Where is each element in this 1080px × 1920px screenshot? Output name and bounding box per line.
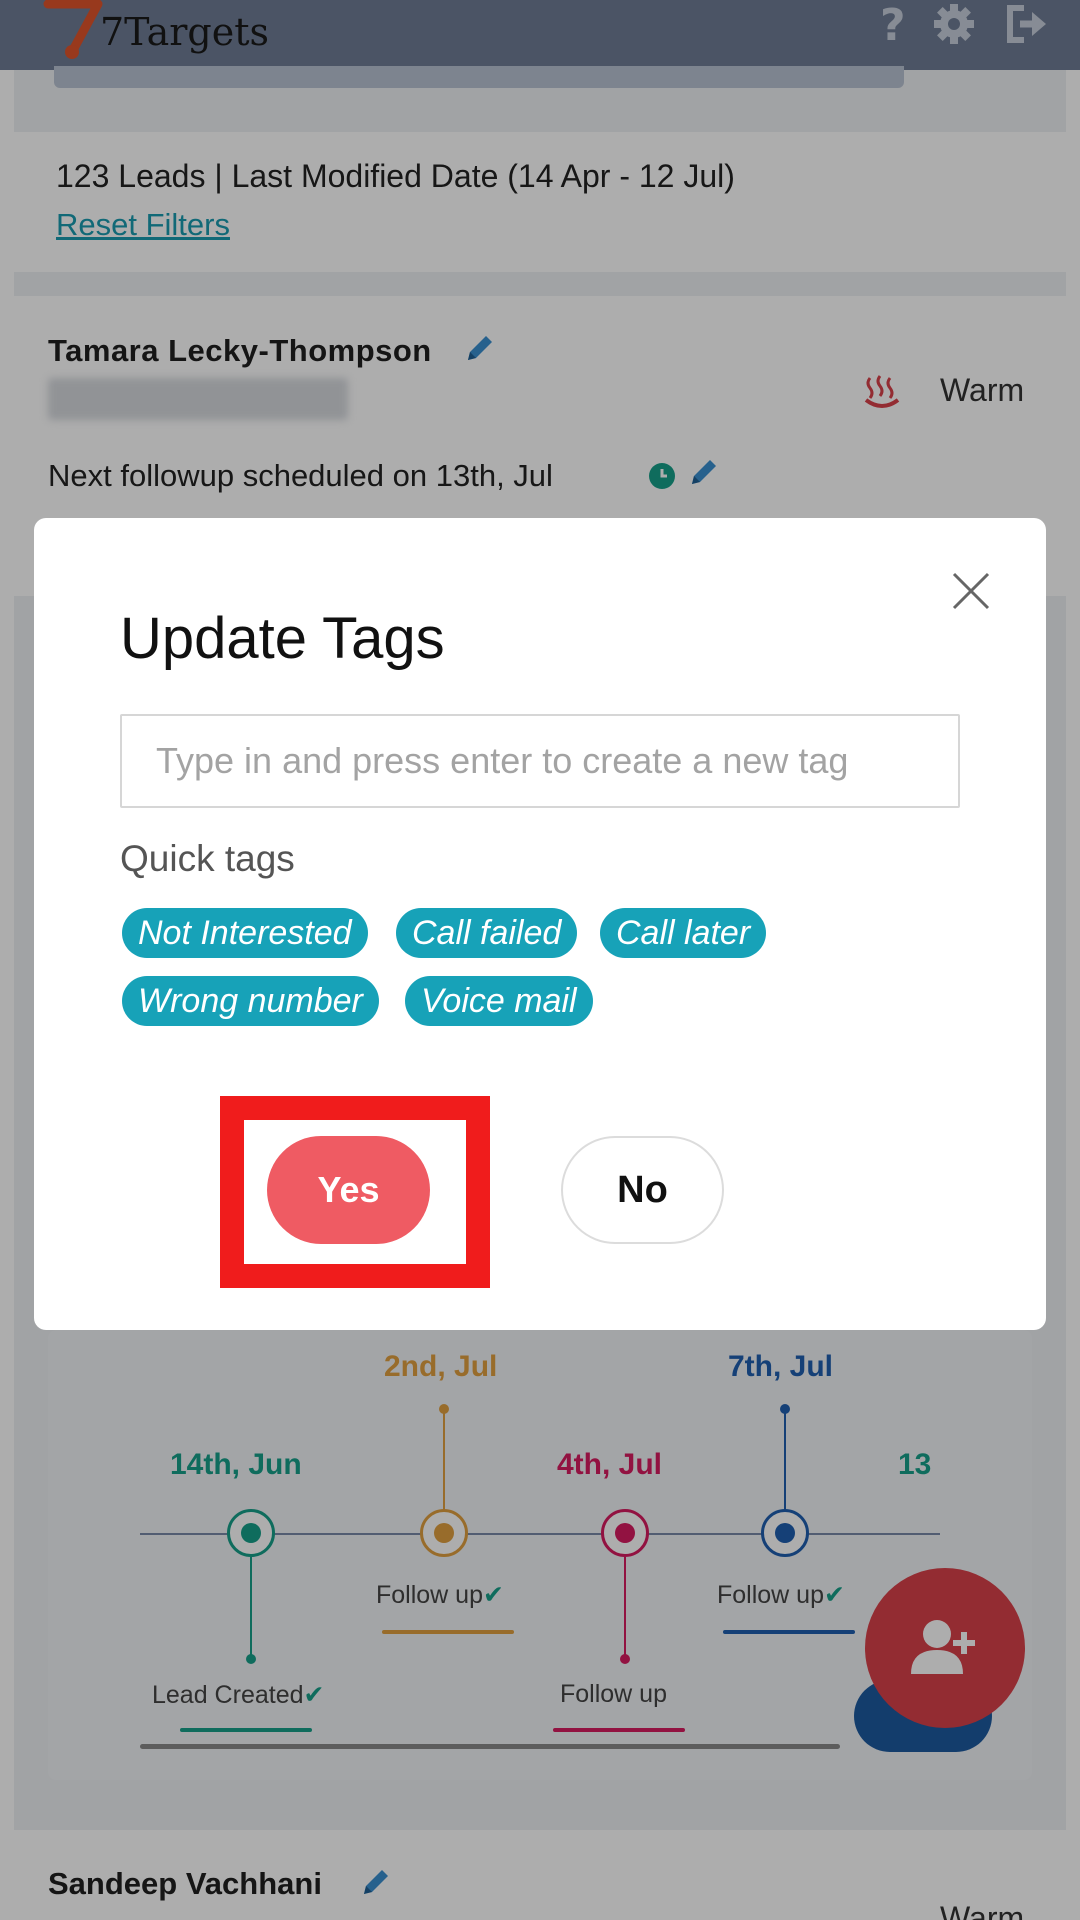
no-button[interactable]: No [561, 1136, 724, 1244]
close-icon[interactable] [948, 568, 994, 614]
quick-tag-call-failed[interactable]: Call failed [396, 908, 578, 958]
quick-tag-wrong-number[interactable]: Wrong number [122, 976, 379, 1026]
quick-tag-voice-mail[interactable]: Voice mail [405, 976, 593, 1026]
modal-title: Update Tags [120, 606, 445, 671]
new-tag-input[interactable] [120, 714, 960, 808]
quick-tags-label: Quick tags [120, 838, 295, 879]
quick-tag-call-later[interactable]: Call later [600, 908, 767, 958]
quick-tag-not-interested[interactable]: Not Interested [122, 908, 368, 958]
highlight-box [220, 1096, 490, 1288]
